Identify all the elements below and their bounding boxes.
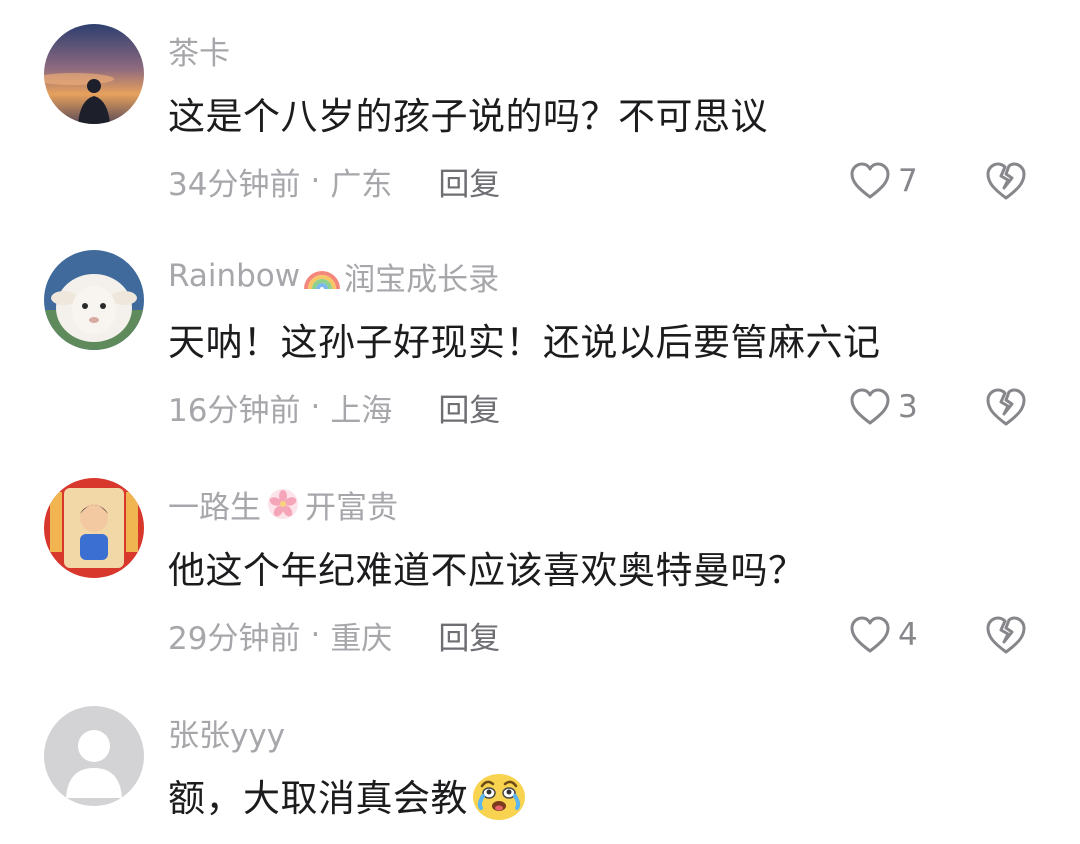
heart-icon bbox=[850, 616, 890, 653]
like-count: 4 bbox=[898, 617, 918, 653]
like-button[interactable]: 4 bbox=[848, 612, 918, 658]
comment-meta: 16分钟前 · 上海 回复 bbox=[168, 384, 500, 430]
username[interactable]: 张张yyy bbox=[168, 710, 285, 754]
reply-button[interactable]: 回复 bbox=[438, 613, 500, 658]
username-suffix: 润宝成长录 bbox=[344, 261, 500, 298]
comment-location: 重庆 bbox=[330, 620, 393, 657]
comment-text-body: 额，大取消真会教 bbox=[168, 777, 468, 820]
meta-separator: · bbox=[310, 617, 321, 653]
comment-text: 他这个年纪难道不应该喜欢奥特曼吗？ bbox=[168, 549, 806, 592]
comment-meta: 34分钟前 · 广东 回复 bbox=[168, 158, 500, 204]
like-count: 7 bbox=[898, 163, 918, 199]
comment-location: 广东 bbox=[330, 166, 393, 203]
comment-time: 16分钟前 bbox=[168, 392, 301, 429]
user-avatar[interactable] bbox=[44, 706, 144, 806]
reply-button[interactable]: 回复 bbox=[438, 385, 500, 430]
comment-location: 上海 bbox=[330, 392, 393, 429]
comment-item: 一路生 开富贵 他这个年纪难道不应该喜欢奥特曼吗？ 29分钟前 · 重庆 回复 bbox=[0, 478, 1080, 678]
meta-separator: · bbox=[310, 389, 321, 425]
username-prefix: Rainbow bbox=[168, 258, 301, 294]
comment-time: 29分钟前 bbox=[168, 620, 301, 657]
like-button[interactable]: 3 bbox=[848, 384, 918, 430]
broken-heart-icon bbox=[986, 616, 1026, 654]
meta-separator: · bbox=[310, 163, 321, 199]
dislike-button[interactable] bbox=[984, 386, 1028, 428]
broken-heart-icon bbox=[986, 388, 1026, 426]
broken-heart-icon bbox=[986, 162, 1026, 200]
comment-text: 额，大取消真会教 bbox=[168, 768, 528, 822]
comment-item: Rainbow 润宝成长录 天呐！这孙子好现实！还说以后要管麻六记 16分钟前 … bbox=[0, 250, 1080, 450]
user-avatar[interactable] bbox=[44, 24, 144, 124]
username[interactable]: Rainbow 润宝成长录 bbox=[168, 254, 499, 298]
rainbow-icon bbox=[302, 259, 342, 293]
comment-text: 天呐！这孙子好现实！还说以后要管麻六记 bbox=[168, 321, 881, 364]
like-button[interactable]: 7 bbox=[848, 158, 918, 204]
heart-icon bbox=[850, 388, 890, 425]
dislike-button[interactable] bbox=[984, 614, 1028, 656]
username-suffix: 开富贵 bbox=[305, 489, 398, 526]
reply-button[interactable]: 回复 bbox=[438, 159, 500, 204]
comment-text: 这是个八岁的孩子说的吗？不可思议 bbox=[168, 95, 768, 138]
username-prefix: 一路生 bbox=[168, 489, 261, 526]
flower-icon bbox=[263, 487, 303, 521]
like-count: 3 bbox=[898, 389, 918, 425]
comment-item: 张张yyy 额，大取消真会教 bbox=[0, 706, 1080, 844]
heart-icon bbox=[850, 162, 890, 199]
user-avatar[interactable] bbox=[44, 478, 144, 578]
username[interactable]: 一路生 开富贵 bbox=[168, 482, 398, 526]
comment-meta: 29分钟前 · 重庆 回复 bbox=[168, 612, 500, 658]
comment-item: 茶卡 这是个八岁的孩子说的吗？不可思议 34分钟前 · 广东 回复 7 bbox=[0, 24, 1080, 224]
dislike-button[interactable] bbox=[984, 160, 1028, 202]
user-avatar[interactable] bbox=[44, 250, 144, 350]
comment-time: 34分钟前 bbox=[168, 166, 301, 203]
crying-laughing-face-icon bbox=[470, 768, 528, 822]
username[interactable]: 茶卡 bbox=[168, 28, 230, 72]
